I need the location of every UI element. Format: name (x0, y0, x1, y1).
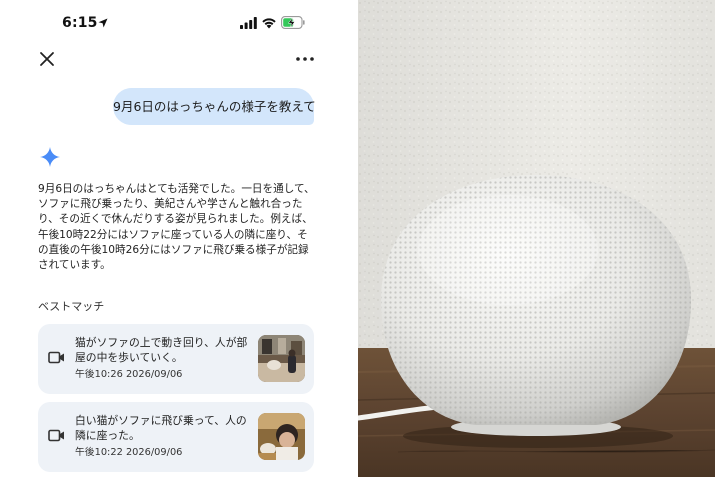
smart-speaker-photo (358, 0, 715, 477)
location-arrow-icon (98, 18, 108, 28)
clip-thumbnail (258, 335, 305, 382)
match-timestamp: 午後10:22 2026/09/06 (75, 447, 183, 458)
wifi-icon (262, 18, 276, 29)
more-options-icon[interactable] (292, 48, 318, 70)
match-card[interactable]: 白い猫がソファに飛び乗って、人の隣に座った。 午後10:22 2026/09/0… (38, 402, 314, 472)
phone-screen: 6:15 9月6日のはっちゃんの様子を教えて 9月6日のはっちゃんはとても活発で… (0, 0, 357, 477)
best-match-heading: ベストマッチ (38, 300, 105, 313)
clip-thumbnail (258, 413, 305, 460)
match-timestamp: 午後10:26 2026/09/06 (75, 369, 183, 380)
video-camera-icon (48, 429, 64, 442)
video-camera-icon (48, 351, 64, 364)
match-description: 猫がソファの上で動き回り、人が部屋の中を歩いていく。 (75, 336, 248, 364)
close-icon[interactable] (36, 48, 58, 70)
assistant-answer: 9月6日のはっちゃんはとても活発でした。一日を通して、ソファに飛び乗ったり、美紀… (38, 183, 315, 272)
status-time: 6:15 (62, 15, 98, 31)
battery-charging-icon (281, 16, 305, 29)
match-description: 白い猫がソファに飛び乗って、人の隣に座った。 (75, 414, 247, 442)
cellular-signal-icon (240, 17, 257, 29)
match-card[interactable]: 猫がソファの上で動き回り、人が部屋の中を歩いていく。 午後10:26 2026/… (38, 324, 314, 394)
status-bar: 6:15 (0, 0, 357, 44)
user-message-bubble: 9月6日のはっちゃんの様子を教えて (113, 88, 316, 125)
sparkle-icon (40, 147, 60, 167)
